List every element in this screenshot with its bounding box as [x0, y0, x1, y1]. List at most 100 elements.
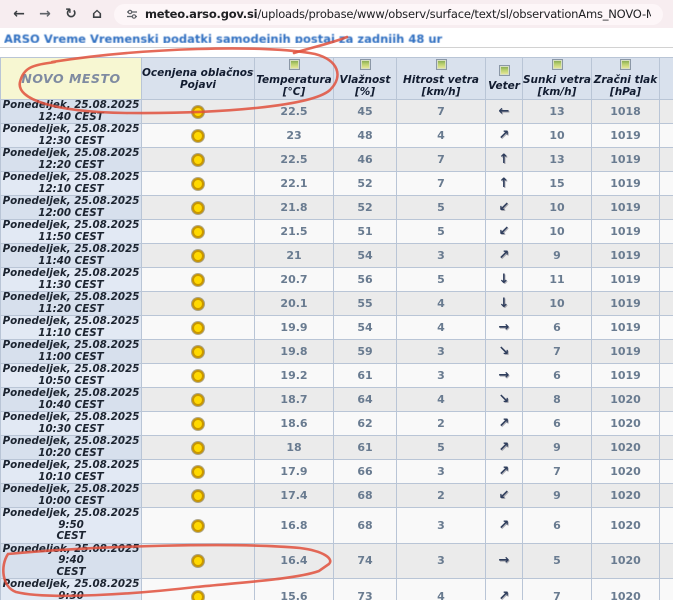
chart-icon-wrap	[661, 65, 673, 80]
chart-icon-wrap	[256, 59, 333, 74]
chart-icon[interactable]	[551, 59, 563, 70]
wind-direction-cell: ↙	[485, 195, 523, 220]
site-settings-icon[interactable]	[126, 8, 138, 20]
humidity-cell: 61	[333, 363, 397, 388]
wind-arrow-icon: ↑	[498, 152, 510, 167]
ground-cell	[659, 171, 673, 196]
pressure-cell: 1019	[591, 171, 660, 196]
time-cell: Ponedeljek, 25.08.2025 12:20 CEST	[0, 147, 142, 172]
table-row: Ponedeljek, 25.08.2025 10:00 CEST 17.4 68 2 ↙…	[0, 483, 673, 508]
pressure-cell: 1020	[591, 435, 660, 460]
table-row: Ponedeljek, 25.08.2025 10:20 CEST 18 61 5 ↗ 9 1…	[0, 435, 673, 460]
ground-cell	[659, 195, 673, 220]
chart-icon[interactable]	[359, 59, 371, 70]
back-icon[interactable]: ←	[10, 7, 28, 21]
wind-arrow-icon: ↗	[498, 588, 510, 600]
sun-icon	[192, 346, 204, 358]
wind-gusts-cell: 6	[522, 315, 592, 340]
wind-speed-cell: 4	[396, 123, 486, 148]
pressure-cell: 1019	[591, 243, 660, 268]
weather-data-link[interactable]: ARSO Vreme Vremenski podatki samodejnih …	[4, 32, 442, 43]
time-cell: Ponedeljek, 25.08.2025 10:40 CEST	[0, 387, 142, 412]
column-unit: Pojavi	[179, 78, 217, 91]
forward-icon[interactable]: →	[36, 7, 54, 21]
wind-arrow-icon: ↓	[498, 296, 510, 311]
temperature-cell: 17.4	[254, 483, 334, 508]
url-bar[interactable]: meteo.arso.gov.si/uploads/probase/www/ob…	[114, 3, 663, 25]
time-cell: Ponedeljek, 25.08.2025 12:10 CEST	[0, 171, 142, 196]
time-cell: Ponedeljek, 25.08.2025 12:30 CEST	[0, 123, 142, 148]
chart-icon[interactable]	[498, 65, 510, 76]
reload-icon[interactable]: ↻	[62, 7, 80, 21]
chart-icon[interactable]	[435, 59, 447, 70]
wind-gusts-cell: 5	[522, 542, 592, 579]
wind-speed-cell: 2	[396, 411, 486, 436]
column-label: Tla	[661, 80, 673, 92]
time-line2: 10:50 CEST	[38, 374, 104, 387]
cloudiness-cell	[141, 542, 255, 579]
time-line2: 12:10 CEST	[38, 182, 104, 195]
pressure-cell: 1020	[591, 578, 660, 600]
wind-gusts-cell: 8	[522, 387, 592, 412]
ground-cell	[659, 267, 673, 292]
wind-arrow-icon: →	[498, 368, 510, 383]
url-text[interactable]: meteo.arso.gov.si/uploads/probase/www/ob…	[145, 7, 651, 21]
wind-direction-cell: ↗	[485, 459, 523, 484]
column-label: Sunki vetra	[523, 74, 591, 86]
time-line1: Ponedeljek, 25.08.2025 9:50	[2, 507, 140, 531]
home-icon[interactable]: ⌂	[88, 7, 106, 21]
time-line1: Ponedeljek, 25.08.2025	[2, 243, 140, 255]
wind-gusts-cell: 9	[522, 435, 592, 460]
column-label: Veter	[488, 80, 520, 92]
cloudiness-cell	[141, 363, 255, 388]
wind-speed-cell: 3	[396, 339, 486, 364]
table-row: Ponedeljek, 25.08.2025 12:40 CEST 22.5 45 7 ←…	[0, 99, 673, 124]
chart-icon[interactable]	[620, 59, 631, 70]
wind-arrow-icon: ↗	[498, 416, 510, 431]
pressure-cell: 1019	[591, 339, 660, 364]
cloudiness-cell	[141, 578, 255, 600]
wind-gusts-cell: 9	[522, 243, 592, 268]
time-cell: Ponedeljek, 25.08.2025 11:10 CEST	[0, 315, 142, 340]
time-line2: 12:40 CEST	[38, 110, 104, 123]
temperature-cell: 22.5	[254, 147, 334, 172]
wind-direction-cell: →	[485, 363, 523, 388]
wind-arrow-icon: ↗	[498, 440, 510, 455]
humidity-cell: 59	[333, 339, 397, 364]
time-cell: Ponedeljek, 25.08.2025 10:10 CEST	[0, 459, 142, 484]
chart-icon-wrap	[398, 59, 485, 74]
pressure-cell: 1020	[591, 542, 660, 579]
time-line2: 12:30 CEST	[38, 134, 104, 147]
humidity-cell: 48	[333, 123, 397, 148]
column-header-humidity: Vlažnost [%]	[333, 57, 397, 100]
temperature-cell: 22.5	[254, 99, 334, 124]
ground-cell	[659, 291, 673, 316]
pressure-cell: 1020	[591, 387, 660, 412]
time-line2: 10:00 CEST	[38, 494, 104, 507]
temperature-cell: 19.2	[254, 363, 334, 388]
wind-gusts-cell: 10	[522, 195, 592, 220]
sun-icon	[192, 250, 204, 262]
temperature-cell: 19.8	[254, 339, 334, 364]
time-line1: Ponedeljek, 25.08.2025	[2, 171, 140, 183]
column-header-temperature: Temperatura [°C]	[254, 57, 334, 100]
temperature-cell: 23	[254, 123, 334, 148]
time-cell: Ponedeljek, 25.08.2025 12:40 CEST	[0, 99, 142, 124]
wind-arrow-icon: ↘	[498, 392, 510, 407]
time-line2: 12:00 CEST	[38, 206, 104, 219]
cloudiness-cell	[141, 315, 255, 340]
temperature-cell: 19.9	[254, 315, 334, 340]
table-row: Ponedeljek, 25.08.2025 11:20 CEST 20.1 55 4 ↓…	[0, 291, 673, 316]
cloudiness-cell	[141, 195, 255, 220]
cloudiness-cell	[141, 339, 255, 364]
humidity-cell: 73	[333, 578, 397, 600]
time-cell: Ponedeljek, 25.08.2025 12:00 CEST	[0, 195, 142, 220]
chart-icon[interactable]	[288, 59, 300, 70]
table-row: Ponedeljek, 25.08.2025 12:10 CEST 22.1 52 7 ↑…	[0, 171, 673, 196]
time-line1: Ponedeljek, 25.08.2025	[2, 459, 140, 471]
ground-cell	[659, 578, 673, 600]
ground-cell	[659, 99, 673, 124]
wind-gusts-cell: 7	[522, 459, 592, 484]
column-header-wind-gusts: Sunki vetra [km/h]	[522, 57, 592, 100]
time-line2: 11:30 CEST	[38, 278, 104, 291]
